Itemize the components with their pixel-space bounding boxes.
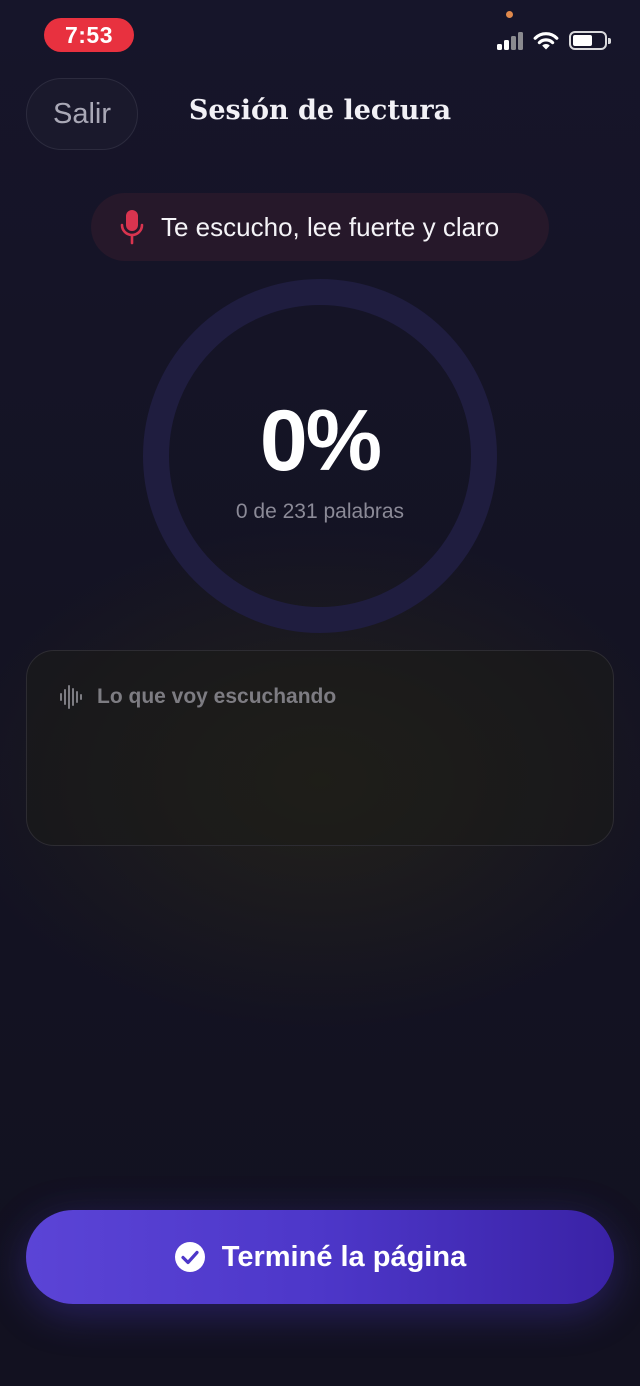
waveform-icon xyxy=(60,685,82,709)
battery-icon xyxy=(569,31,611,50)
listening-status-text: Te escucho, lee fuerte y claro xyxy=(161,211,500,242)
page-title: Sesión de lectura xyxy=(188,95,452,126)
reading-session-screen: 7:53 Salir Sesión de lectura Te escucho,… xyxy=(0,0,640,1386)
finish-page-button[interactable]: Terminé la página xyxy=(26,1210,614,1304)
finish-page-label: Terminé la página xyxy=(221,1240,467,1273)
exit-button[interactable]: Salir xyxy=(26,78,138,150)
recording-indicator-dot xyxy=(506,11,513,18)
transcript-card: Lo que voy escuchando xyxy=(26,650,614,846)
cellular-signal-icon xyxy=(497,32,524,50)
transcript-label: Lo que voy escuchando xyxy=(97,685,337,708)
check-circle-icon xyxy=(174,1242,205,1272)
wifi-icon xyxy=(533,32,559,50)
listening-status-pill: Te escucho, lee fuerte y claro xyxy=(91,193,549,261)
progress-word-count: 0 de 231 palabras xyxy=(235,500,405,523)
status-time: 7:53 xyxy=(44,18,134,52)
microphone-icon xyxy=(120,210,144,245)
progress-percent: 0% xyxy=(259,393,382,489)
